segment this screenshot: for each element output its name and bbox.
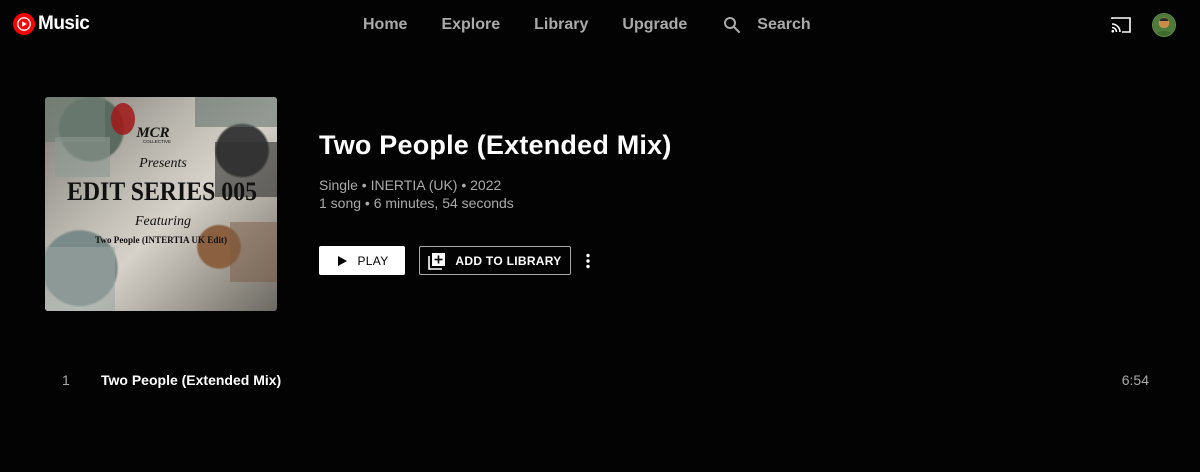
track-title[interactable]: Two People (Extended Mix) [101,372,281,388]
album-page: Music Home Explore Library Upgrade Searc… [0,0,1200,472]
more-vert-icon [586,253,590,269]
cast-icon [1111,17,1131,33]
play-icon [337,255,347,266]
top-bar: Music Home Explore Library Upgrade Searc… [0,0,1200,50]
avatar-icon [1156,18,1172,36]
logo-text: Music [38,13,90,34]
add-to-library-button[interactable]: ADD TO LIBRARY [419,246,571,275]
track-number: 1 [62,372,70,388]
play-button[interactable]: PLAY [319,246,405,275]
album-title: Two People (Extended Mix) [319,130,672,160]
library-add-icon [428,252,446,270]
account-avatar[interactable] [1153,14,1175,36]
add-to-library-label: ADD TO LIBRARY [455,253,562,268]
search-label: Search [757,16,811,33]
art-track-text: Two People (INTERTIA UK Edit) [95,235,227,245]
more-options-button[interactable] [580,250,596,272]
track-row[interactable]: 1 Two People (Extended Mix) 6:54 [45,364,1155,396]
album-meta: 1 song • 6 minutes, 54 seconds [319,195,514,211]
cast-button[interactable] [1111,16,1131,39]
album-art: MCR COLLECTIVE Presents EDIT SERIES 005 … [45,97,277,311]
search-icon [724,17,741,33]
nav-library[interactable]: Library [534,16,588,34]
album-subtitle: Single • INERTIA (UK) • 2022 [319,177,502,193]
art-presents: Presents [138,156,187,171]
art-logo-sub: COLLECTIVE [143,139,171,144]
track-duration: 6:54 [1121,372,1149,388]
youtube-music-logo[interactable]: Music [13,13,90,35]
nav-upgrade[interactable]: Upgrade [622,16,687,34]
art-featuring: Featuring [134,214,191,229]
nav-explore[interactable]: Explore [441,16,500,34]
art-series: EDIT SERIES 005 [67,177,257,206]
play-label: PLAY [357,253,389,268]
main-nav: Home Explore Library Upgrade Search [363,0,811,50]
nav-home[interactable]: Home [363,16,407,34]
search-button[interactable]: Search [723,16,811,34]
logo-play-icon [13,13,35,35]
